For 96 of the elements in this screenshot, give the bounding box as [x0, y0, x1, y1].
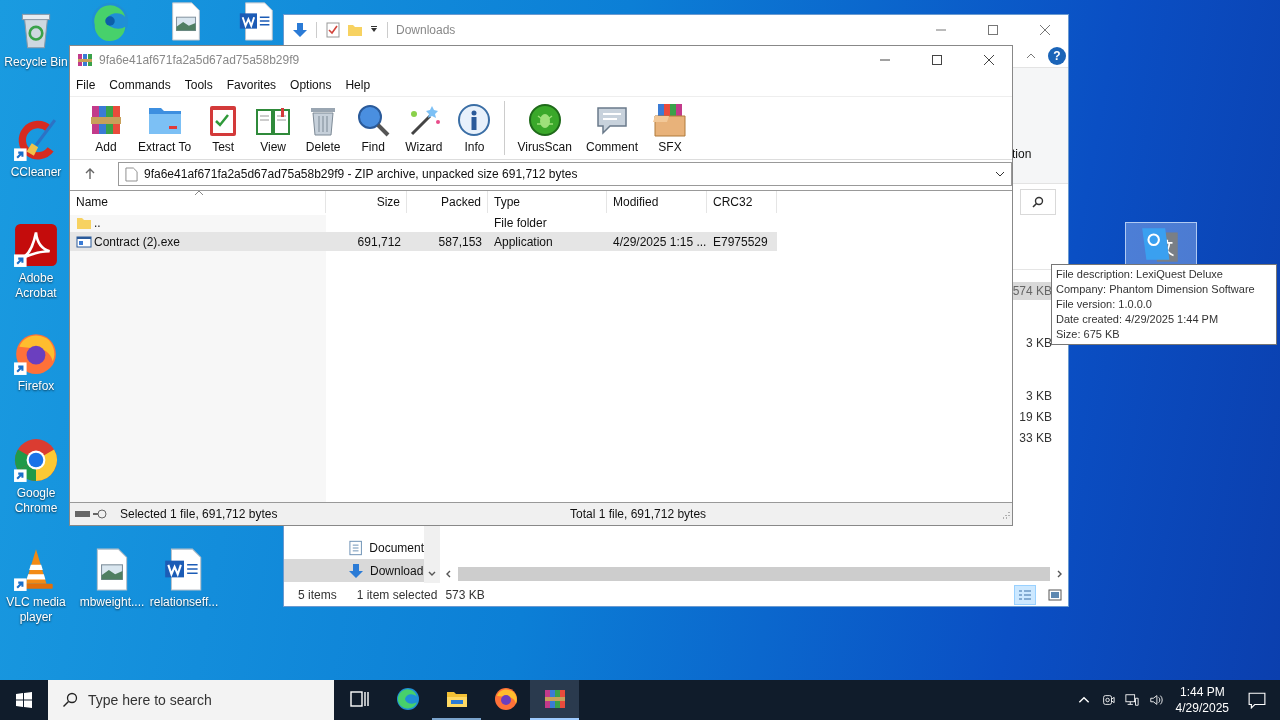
table-cell: E7975529 [713, 234, 768, 249]
pdf-app-icon[interactable] [13, 222, 59, 268]
scrollbar-thumb[interactable] [458, 567, 1050, 581]
file-size-cell[interactable]: 33 KB [1012, 429, 1054, 447]
table-cell: File folder [494, 215, 547, 230]
list-view-icon [1018, 588, 1032, 601]
broom-icon[interactable] [13, 116, 59, 162]
info-icon [456, 102, 493, 138]
file-row[interactable]: Contract (2).exe 691,712 587,153 Application 4/29/2025 1:15 ... E7975529 [70, 232, 777, 251]
status-text: 1 item selected [356, 587, 438, 602]
speaker-icon[interactable] [1148, 693, 1163, 707]
box-icon [652, 102, 688, 138]
menu-item[interactable]: Help [345, 78, 371, 92]
toolbar-button[interactable]: Delete [299, 102, 348, 154]
status-text: Total 1 file, 691,712 bytes [570, 507, 707, 521]
fox-globe-icon [493, 687, 518, 711]
column-header[interactable]: Modified [607, 191, 707, 213]
window-app-icon [76, 233, 92, 250]
tooltip-line: Company: Phantom Dimension Software [1056, 282, 1256, 297]
column-header[interactable]: Name [70, 191, 326, 213]
network-icon[interactable] [1124, 693, 1139, 707]
ribbon-label[interactable]: tion [1012, 147, 1032, 161]
notification-icon[interactable] [1248, 691, 1266, 709]
address-field[interactable]: 9fa6e41af671fa2a5d67ad75a58b29f9 - ZIP archive, unpacked size 691,712 bytes [118, 162, 1012, 186]
table-cell: Application [494, 234, 553, 249]
menu-item[interactable]: Tools [184, 78, 213, 92]
status-text: 5 items [298, 587, 337, 602]
tooltip-line: Date created: 4/29/2025 1:44 PM [1056, 312, 1220, 327]
table-cell: 4/29/2025 1:15 ... [613, 234, 707, 249]
window-title: 9fa6e41af671fa2a5d67ad75a58b29f9 [99, 53, 300, 67]
tooltip-line: File version: 1.0.0.0 [1056, 297, 1153, 312]
table-cell: .. [94, 215, 101, 230]
file-row[interactable]: .. File folder [70, 213, 1012, 232]
books-icon [77, 52, 93, 68]
menu-item[interactable]: Favorites [226, 78, 277, 92]
bug-disc-icon [526, 102, 563, 138]
windows-icon [16, 692, 32, 708]
toolbar-button[interactable]: SFX [646, 102, 694, 154]
help-button[interactable]: ? [1048, 47, 1066, 65]
tooltip-line: Size: 675 KB [1056, 327, 1121, 342]
up-arrow-icon[interactable] [84, 168, 96, 180]
checklist-icon[interactable] [325, 22, 341, 38]
toolbar-button[interactable]: Wizard [399, 102, 449, 154]
desktop-icon-label[interactable]: relationseff... [149, 595, 219, 610]
toolbar-button[interactable]: Info [450, 102, 499, 154]
close-icon [984, 55, 994, 65]
toolbar-button[interactable]: Add [82, 102, 130, 154]
search-field[interactable]: Type here to search [48, 680, 334, 720]
dropdown-icon [995, 169, 1005, 179]
column-header[interactable]: Type [488, 191, 607, 213]
column-header[interactable]: Packed [407, 191, 488, 213]
toolbar-button[interactable]: Test [199, 102, 248, 154]
thumbnail-view-icon [1048, 588, 1062, 601]
document-icon [348, 539, 364, 556]
maximize-icon [988, 25, 998, 35]
table-cell: 691,712 [357, 234, 401, 249]
search-icon [355, 102, 392, 138]
maximize-icon [932, 55, 942, 65]
menu-item[interactable]: File [76, 78, 96, 92]
toolbar-button[interactable]: Find [349, 102, 398, 154]
search-field[interactable] [1020, 188, 1056, 215]
clock-date[interactable]: 4/29/2025 [1175, 700, 1229, 716]
file-size-cell[interactable]: 3 KB [1012, 387, 1054, 405]
toolbar-button[interactable]: Comment [579, 102, 644, 154]
toolbar-button[interactable]: VirusScan [511, 102, 578, 154]
window-title: Downloads [396, 23, 456, 37]
clock-time[interactable]: 1:44 PM [1179, 684, 1225, 700]
drive-icons[interactable] [74, 508, 110, 520]
column-header[interactable]: CRC32 [707, 191, 777, 213]
search-icon [1032, 195, 1044, 208]
toolbar-button[interactable]: View [249, 102, 298, 154]
tooltip-line: File description: LexiQuest Deluxe [1056, 267, 1224, 282]
menu-item[interactable]: Commands [109, 78, 171, 92]
menu-item[interactable]: Options [290, 78, 332, 92]
toolbar-button[interactable]: Extract To [132, 102, 198, 154]
status-text: 573 KB [445, 587, 485, 602]
document-icon [125, 166, 138, 182]
collapse-ribbon-icon[interactable] [1026, 53, 1036, 59]
nav-item[interactable]: Document [284, 536, 424, 559]
status-text: Selected 1 file, 691,712 bytes [120, 507, 279, 521]
books-icon [542, 687, 567, 711]
camera-icon[interactable] [1100, 693, 1115, 707]
nav-item[interactable]: Download [284, 559, 424, 582]
browser-swirl-icon[interactable] [89, 0, 131, 42]
resize-grip-icon[interactable] [1000, 509, 1010, 519]
browser-swirl-icon [395, 687, 420, 711]
taskbar-app-button[interactable] [530, 680, 579, 720]
column-header[interactable]: Size [326, 191, 407, 213]
browser-icon[interactable] [13, 437, 59, 483]
table-cell: Contract (2).exe [94, 234, 181, 249]
file-size-cell[interactable]: 3 KB [1012, 334, 1054, 352]
close-icon [1040, 25, 1050, 35]
download-arrow-icon[interactable] [292, 22, 308, 38]
file-size-cell[interactable]: 19 KB [1012, 408, 1054, 426]
download-arrow-icon [348, 562, 364, 579]
table-cell: 587,153 [438, 234, 482, 249]
